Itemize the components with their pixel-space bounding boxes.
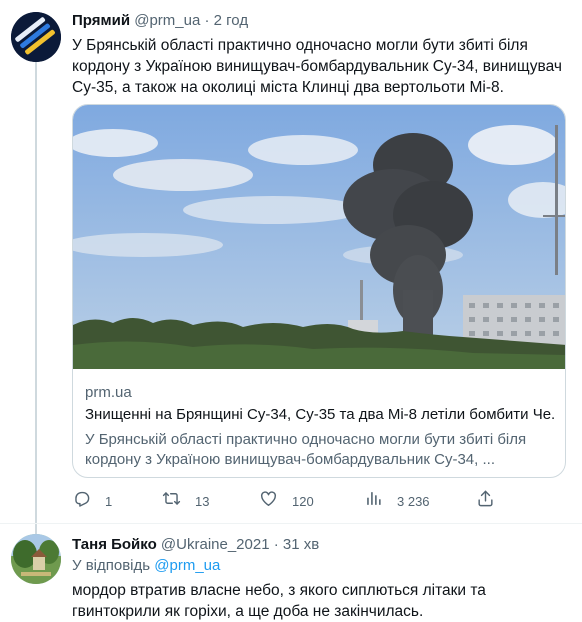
share-icon (476, 489, 495, 513)
reply-prefix: У відповідь (72, 557, 151, 574)
tweet-actions: 1 13 120 3 236 (72, 489, 552, 513)
card-description: У Брянській області практично одночасно … (85, 431, 527, 468)
card-domain: prm.ua (85, 384, 132, 401)
avatar[interactable] (11, 12, 61, 62)
reply-count: 1 (105, 493, 113, 509)
views-button[interactable]: 3 236 (364, 489, 430, 513)
tweet-text: У Брянській області практично одночасно … (72, 37, 562, 96)
thread-line (35, 62, 37, 534)
retweet-button[interactable]: 13 (162, 489, 209, 513)
views-count: 3 236 (397, 493, 430, 509)
author-name[interactable]: Таня Бойко (72, 536, 157, 553)
like-count: 120 (292, 493, 314, 509)
author-handle[interactable]: @prm_ua (134, 12, 200, 29)
author-handle[interactable]: @Ukraine_2021 (161, 536, 270, 553)
card-image[interactable] (73, 105, 565, 369)
separator: · (204, 12, 210, 29)
reply-header: Таня Бойко @Ukraine_2021 · 31 хв (72, 535, 319, 555)
reply-text: мордор втратив власне небо, з якого сипл… (72, 582, 486, 620)
card-title[interactable]: Знищенні на Брянщині Су-34, Су-35 та два… (85, 406, 555, 423)
tweet[interactable]: Прямий @prm_ua · 2 год У Брянській облас… (0, 0, 582, 534)
link-card[interactable]: prm.ua Знищенні на Брянщині Су-34, Су-35… (72, 104, 566, 478)
divider (0, 523, 582, 524)
separator: · (273, 536, 279, 553)
share-button[interactable] (476, 489, 495, 513)
timestamp[interactable]: 31 хв (283, 536, 319, 553)
author-name[interactable]: Прямий (72, 12, 130, 29)
timestamp[interactable]: 2 год (214, 12, 248, 29)
replying-to: У відповідь @prm_ua (72, 557, 220, 574)
reply-icon (72, 489, 91, 513)
heart-icon (259, 489, 278, 513)
like-button[interactable]: 120 (259, 489, 314, 513)
retweet-count: 13 (195, 493, 210, 509)
views-icon (364, 489, 383, 513)
reply-button[interactable]: 1 (72, 489, 112, 513)
reply-target-link[interactable]: @prm_ua (154, 557, 220, 574)
tweet-header: Прямий @prm_ua · 2 год (72, 11, 248, 31)
avatar[interactable] (11, 534, 61, 584)
retweet-icon (162, 489, 181, 513)
